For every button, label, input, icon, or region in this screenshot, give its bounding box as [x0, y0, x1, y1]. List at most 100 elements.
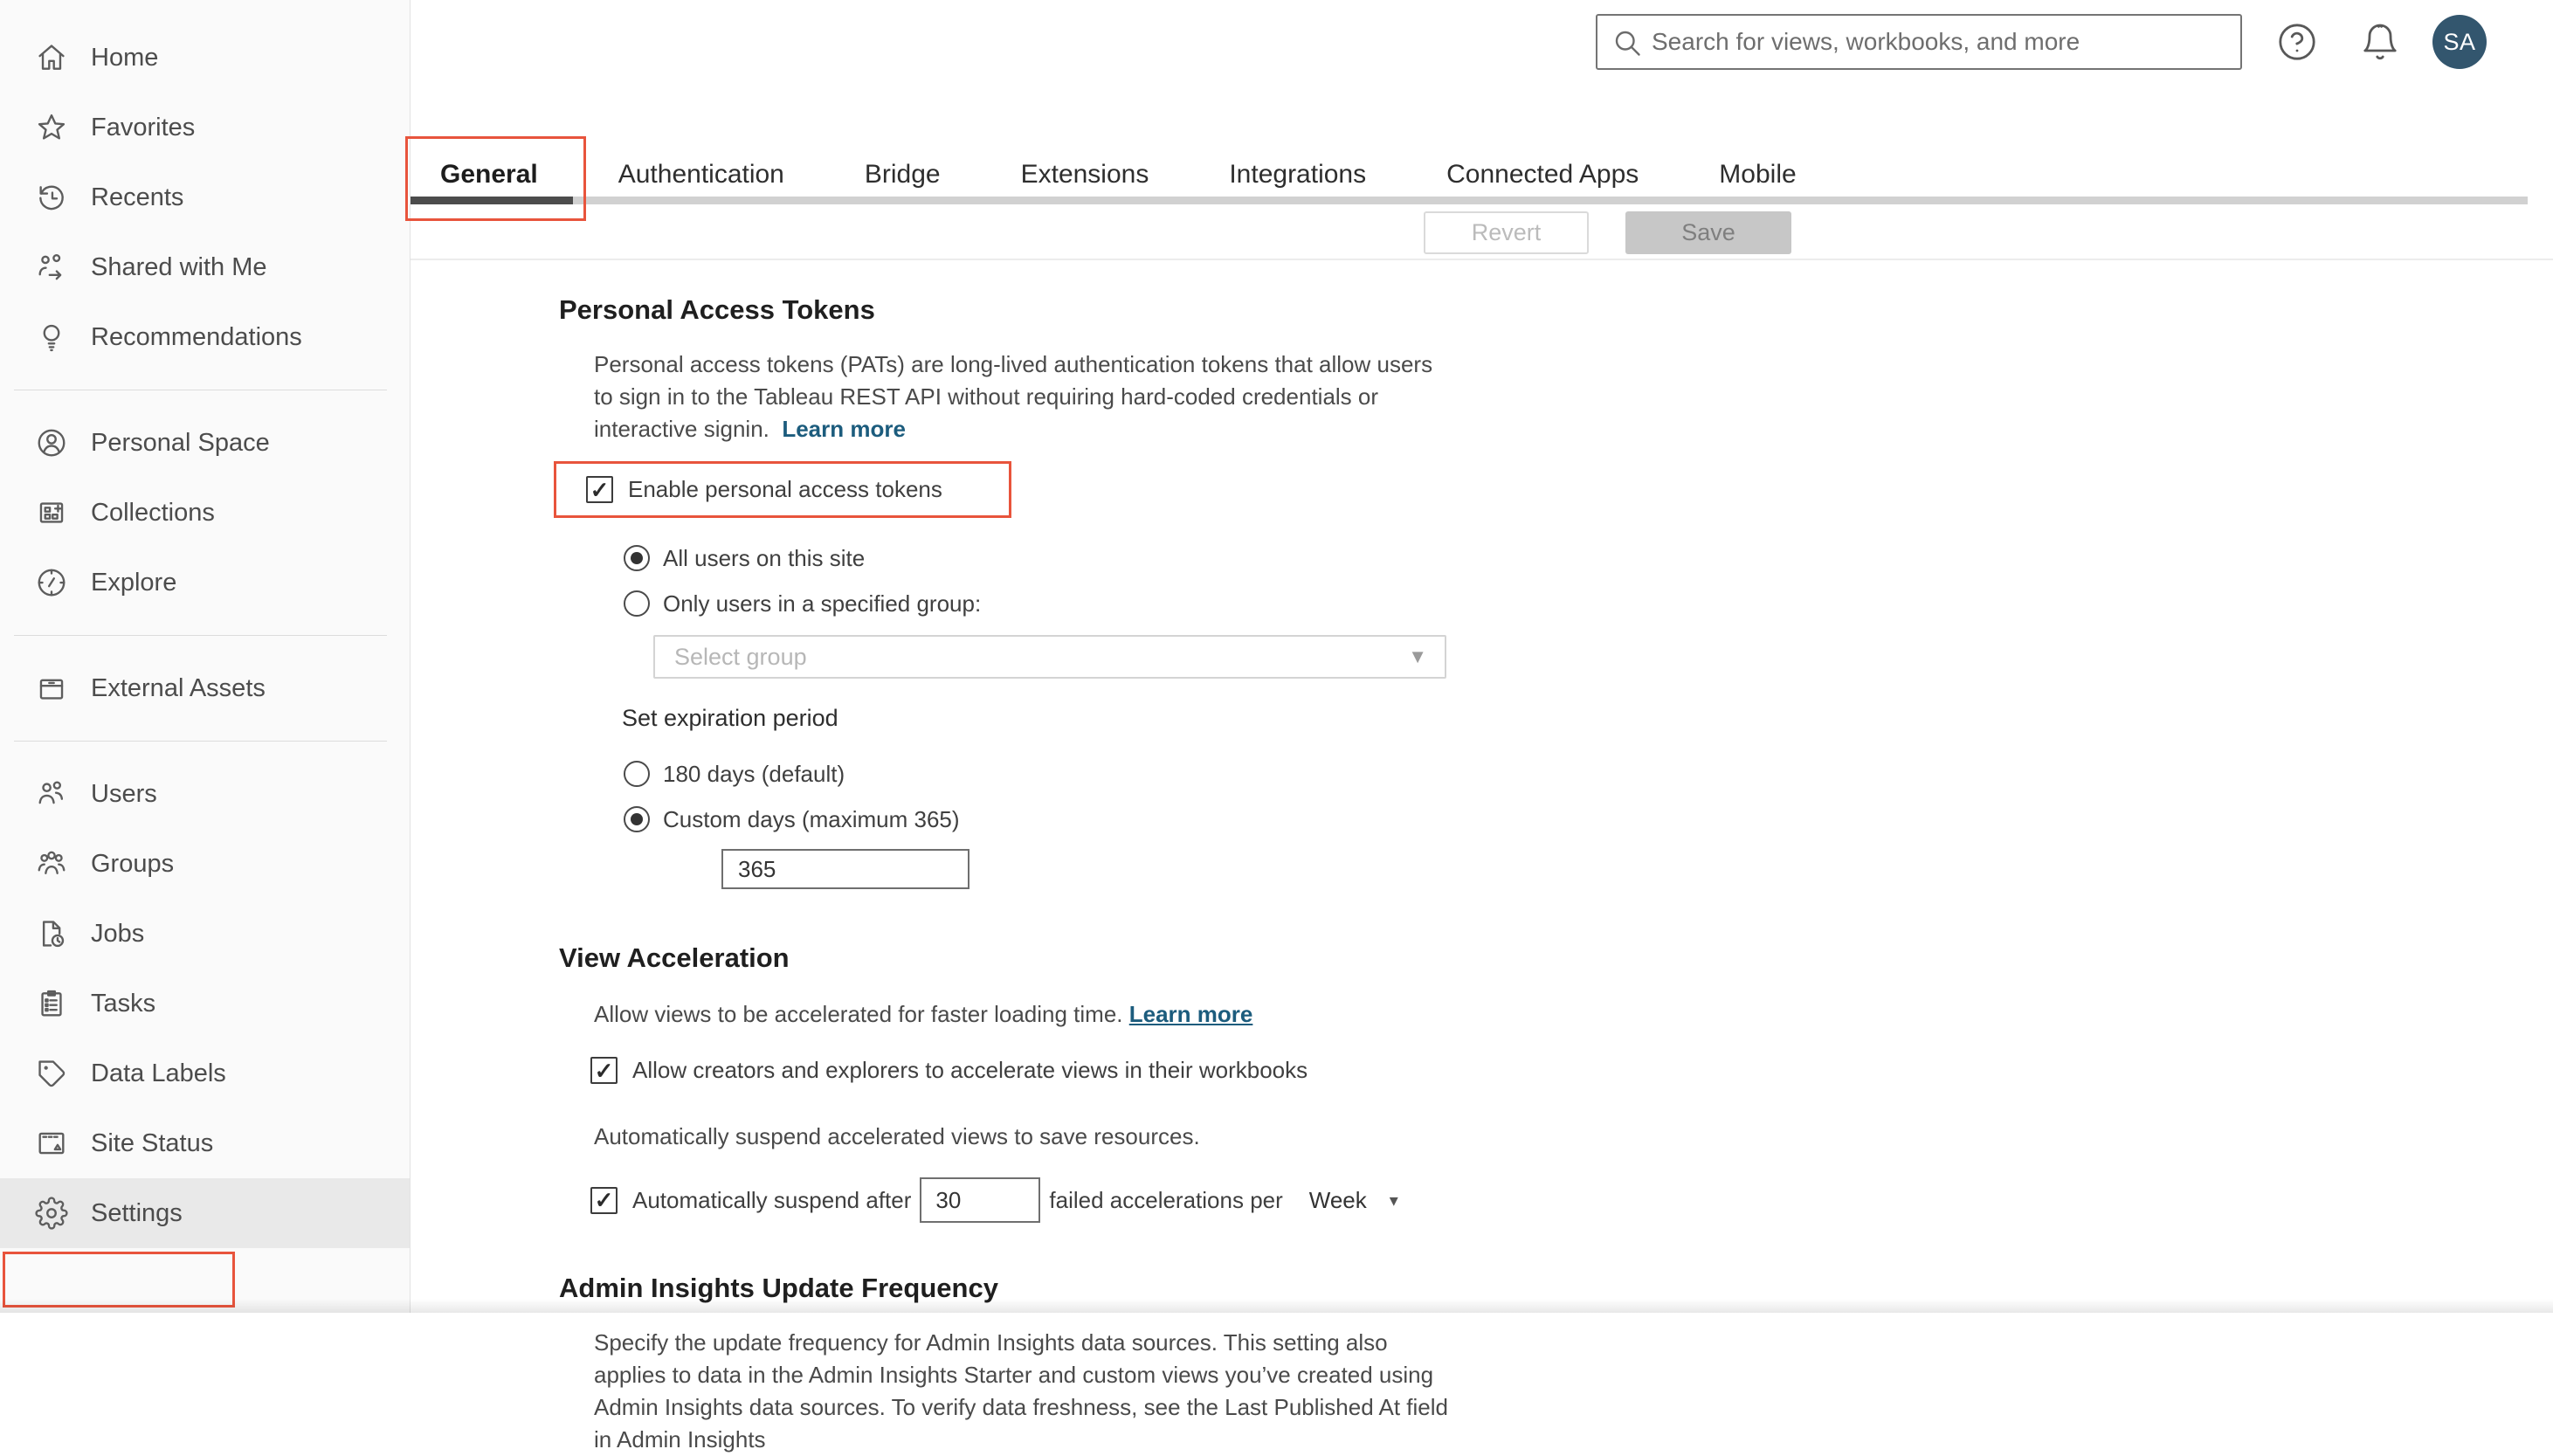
settings-highlight-box [3, 1252, 235, 1308]
sidebar-item-label: Data Labels [91, 1059, 226, 1088]
days-180-radio[interactable] [624, 761, 650, 787]
sidebar-item-label: Home [91, 44, 158, 72]
suspend-label-before: Automatically suspend after [632, 1187, 911, 1214]
custom-days-label: Custom days (maximum 365) [663, 806, 960, 833]
tasks-icon [35, 987, 68, 1020]
sidebar-item-label: Shared with Me [91, 253, 267, 282]
va-allow-checkbox[interactable]: ✓ [590, 1057, 618, 1084]
sidebar-item-site-status[interactable]: Site Status [0, 1108, 410, 1178]
sidebar-item-users[interactable]: Users [0, 759, 410, 829]
sidebar-divider [14, 741, 387, 742]
help-icon[interactable] [2276, 21, 2318, 63]
notifications-bell-icon[interactable] [2359, 21, 2401, 63]
save-button[interactable]: Save [1625, 211, 1791, 254]
tab-integrations[interactable]: Integrations [1199, 154, 1396, 196]
chevron-down-icon: ▾ [1390, 1190, 1398, 1211]
sidebar-item-personal-space[interactable]: Personal Space [0, 408, 410, 478]
va-learn-more-link[interactable]: Learn more [1129, 1001, 1253, 1027]
sidebar-item-recommendations[interactable]: Recommendations [0, 302, 410, 372]
collections-icon [35, 496, 68, 529]
header-divider [411, 259, 2553, 260]
va-description: Allow views to be accelerated for faster… [594, 998, 1537, 1031]
tab-mobile[interactable]: Mobile [1689, 154, 1825, 196]
sidebar-item-label: Site Status [91, 1129, 213, 1158]
compass-icon [35, 566, 68, 599]
all-users-label: All users on this site [663, 545, 865, 572]
revert-button[interactable]: Revert [1424, 211, 1589, 254]
sidebar-item-tasks[interactable]: Tasks [0, 969, 410, 1039]
pat-enable-checkbox[interactable]: ✓ [586, 476, 613, 503]
sidebar-item-label: Groups [91, 850, 174, 879]
tag-icon [35, 1057, 68, 1090]
sidebar-item-label: Explore [91, 569, 176, 597]
sidebar-item-label: Settings [91, 1199, 183, 1228]
tab-general[interactable]: General [411, 154, 568, 196]
ai-section-title: Admin Insights Update Frequency [559, 1272, 1537, 1305]
home-icon [35, 41, 68, 74]
user-avatar[interactable]: SA [2432, 15, 2487, 69]
search-input[interactable] [1652, 16, 2228, 68]
search-box [1596, 14, 2242, 70]
sidebar-item-label: Collections [91, 499, 215, 528]
search-icon [1611, 27, 1643, 59]
sidebar-item-shared-with-me[interactable]: Shared with Me [0, 232, 410, 302]
days-180-label: 180 days (default) [663, 761, 845, 788]
sidebar-item-explore[interactable]: Explore [0, 548, 410, 618]
settings-content: Personal Access Tokens Personal access t… [559, 293, 1537, 1456]
pat-description: Personal access tokens (PATs) are long-l… [594, 348, 1437, 445]
drawer-icon [35, 672, 68, 705]
sidebar-item-label: Recommendations [91, 323, 302, 352]
va-suspend-description: Automatically suspend accelerated views … [594, 1121, 1537, 1153]
sidebar-item-home[interactable]: Home [0, 23, 410, 93]
sidebar-divider [14, 635, 387, 636]
sidebar: Home Favorites Recents Shared with Me Re… [0, 0, 411, 1313]
sidebar-item-groups[interactable]: Groups [0, 829, 410, 899]
tab-extensions[interactable]: Extensions [991, 154, 1179, 196]
period-dropdown[interactable]: Week ▾ [1309, 1187, 1398, 1214]
radio-row-specified-group: Only users in a specified group: [624, 581, 1537, 626]
suspend-label-after: failed accelerations per [1049, 1187, 1282, 1214]
va-suspend-checkbox[interactable]: ✓ [590, 1187, 618, 1214]
chevron-down-icon: ▼ [1408, 645, 1427, 668]
sidebar-item-collections[interactable]: Collections [0, 478, 410, 548]
group-select-dropdown[interactable]: Select group ▼ [653, 635, 1446, 679]
sidebar-item-settings[interactable]: Settings [0, 1178, 410, 1248]
sidebar-item-external-assets[interactable]: External Assets [0, 653, 410, 723]
va-allow-label: Allow creators and explorers to accelera… [632, 1057, 1308, 1084]
sidebar-item-label: Jobs [91, 920, 144, 949]
tab-underline-track [411, 197, 2528, 204]
users-icon [35, 777, 68, 811]
custom-days-radio[interactable] [624, 806, 650, 832]
gear-icon [35, 1197, 68, 1230]
va-suspend-row: ✓ Automatically suspend after failed acc… [590, 1177, 1537, 1223]
tab-connected-apps[interactable]: Connected Apps [1417, 154, 1668, 196]
sidebar-item-label: Recents [91, 183, 183, 212]
checkmark-icon: ✓ [590, 479, 610, 501]
custom-days-input[interactable] [721, 849, 969, 889]
specified-group-label: Only users in a specified group: [663, 590, 981, 618]
expiration-period-label: Set expiration period [622, 705, 1537, 732]
sidebar-item-label: Users [91, 780, 157, 809]
lightbulb-icon [35, 321, 68, 354]
tab-underline-active [411, 197, 573, 204]
failed-accelerations-input[interactable] [920, 1177, 1040, 1223]
radio-row-custom-days: Custom days (maximum 365) [624, 797, 1537, 842]
checkmark-icon: ✓ [595, 1059, 614, 1082]
sidebar-item-recents[interactable]: Recents [0, 162, 410, 232]
sidebar-item-jobs[interactable]: Jobs [0, 899, 410, 969]
tab-authentication[interactable]: Authentication [589, 154, 814, 196]
tab-bridge[interactable]: Bridge [835, 154, 970, 196]
va-section-title: View Acceleration [559, 942, 1537, 975]
sidebar-item-label: Tasks [91, 990, 155, 1018]
jobs-icon [35, 917, 68, 950]
sidebar-item-favorites[interactable]: Favorites [0, 93, 410, 162]
pat-learn-more-link[interactable]: Learn more [782, 416, 906, 442]
va-allow-row: ✓ Allow creators and explorers to accele… [590, 1057, 1537, 1084]
pat-section-title: Personal Access Tokens [559, 293, 1537, 327]
all-users-radio[interactable] [624, 545, 650, 571]
radio-row-all-users: All users on this site [624, 535, 1537, 581]
specified-group-radio[interactable] [624, 590, 650, 617]
sidebar-item-data-labels[interactable]: Data Labels [0, 1039, 410, 1108]
group-select-placeholder: Select group [674, 644, 807, 671]
groups-icon [35, 847, 68, 880]
